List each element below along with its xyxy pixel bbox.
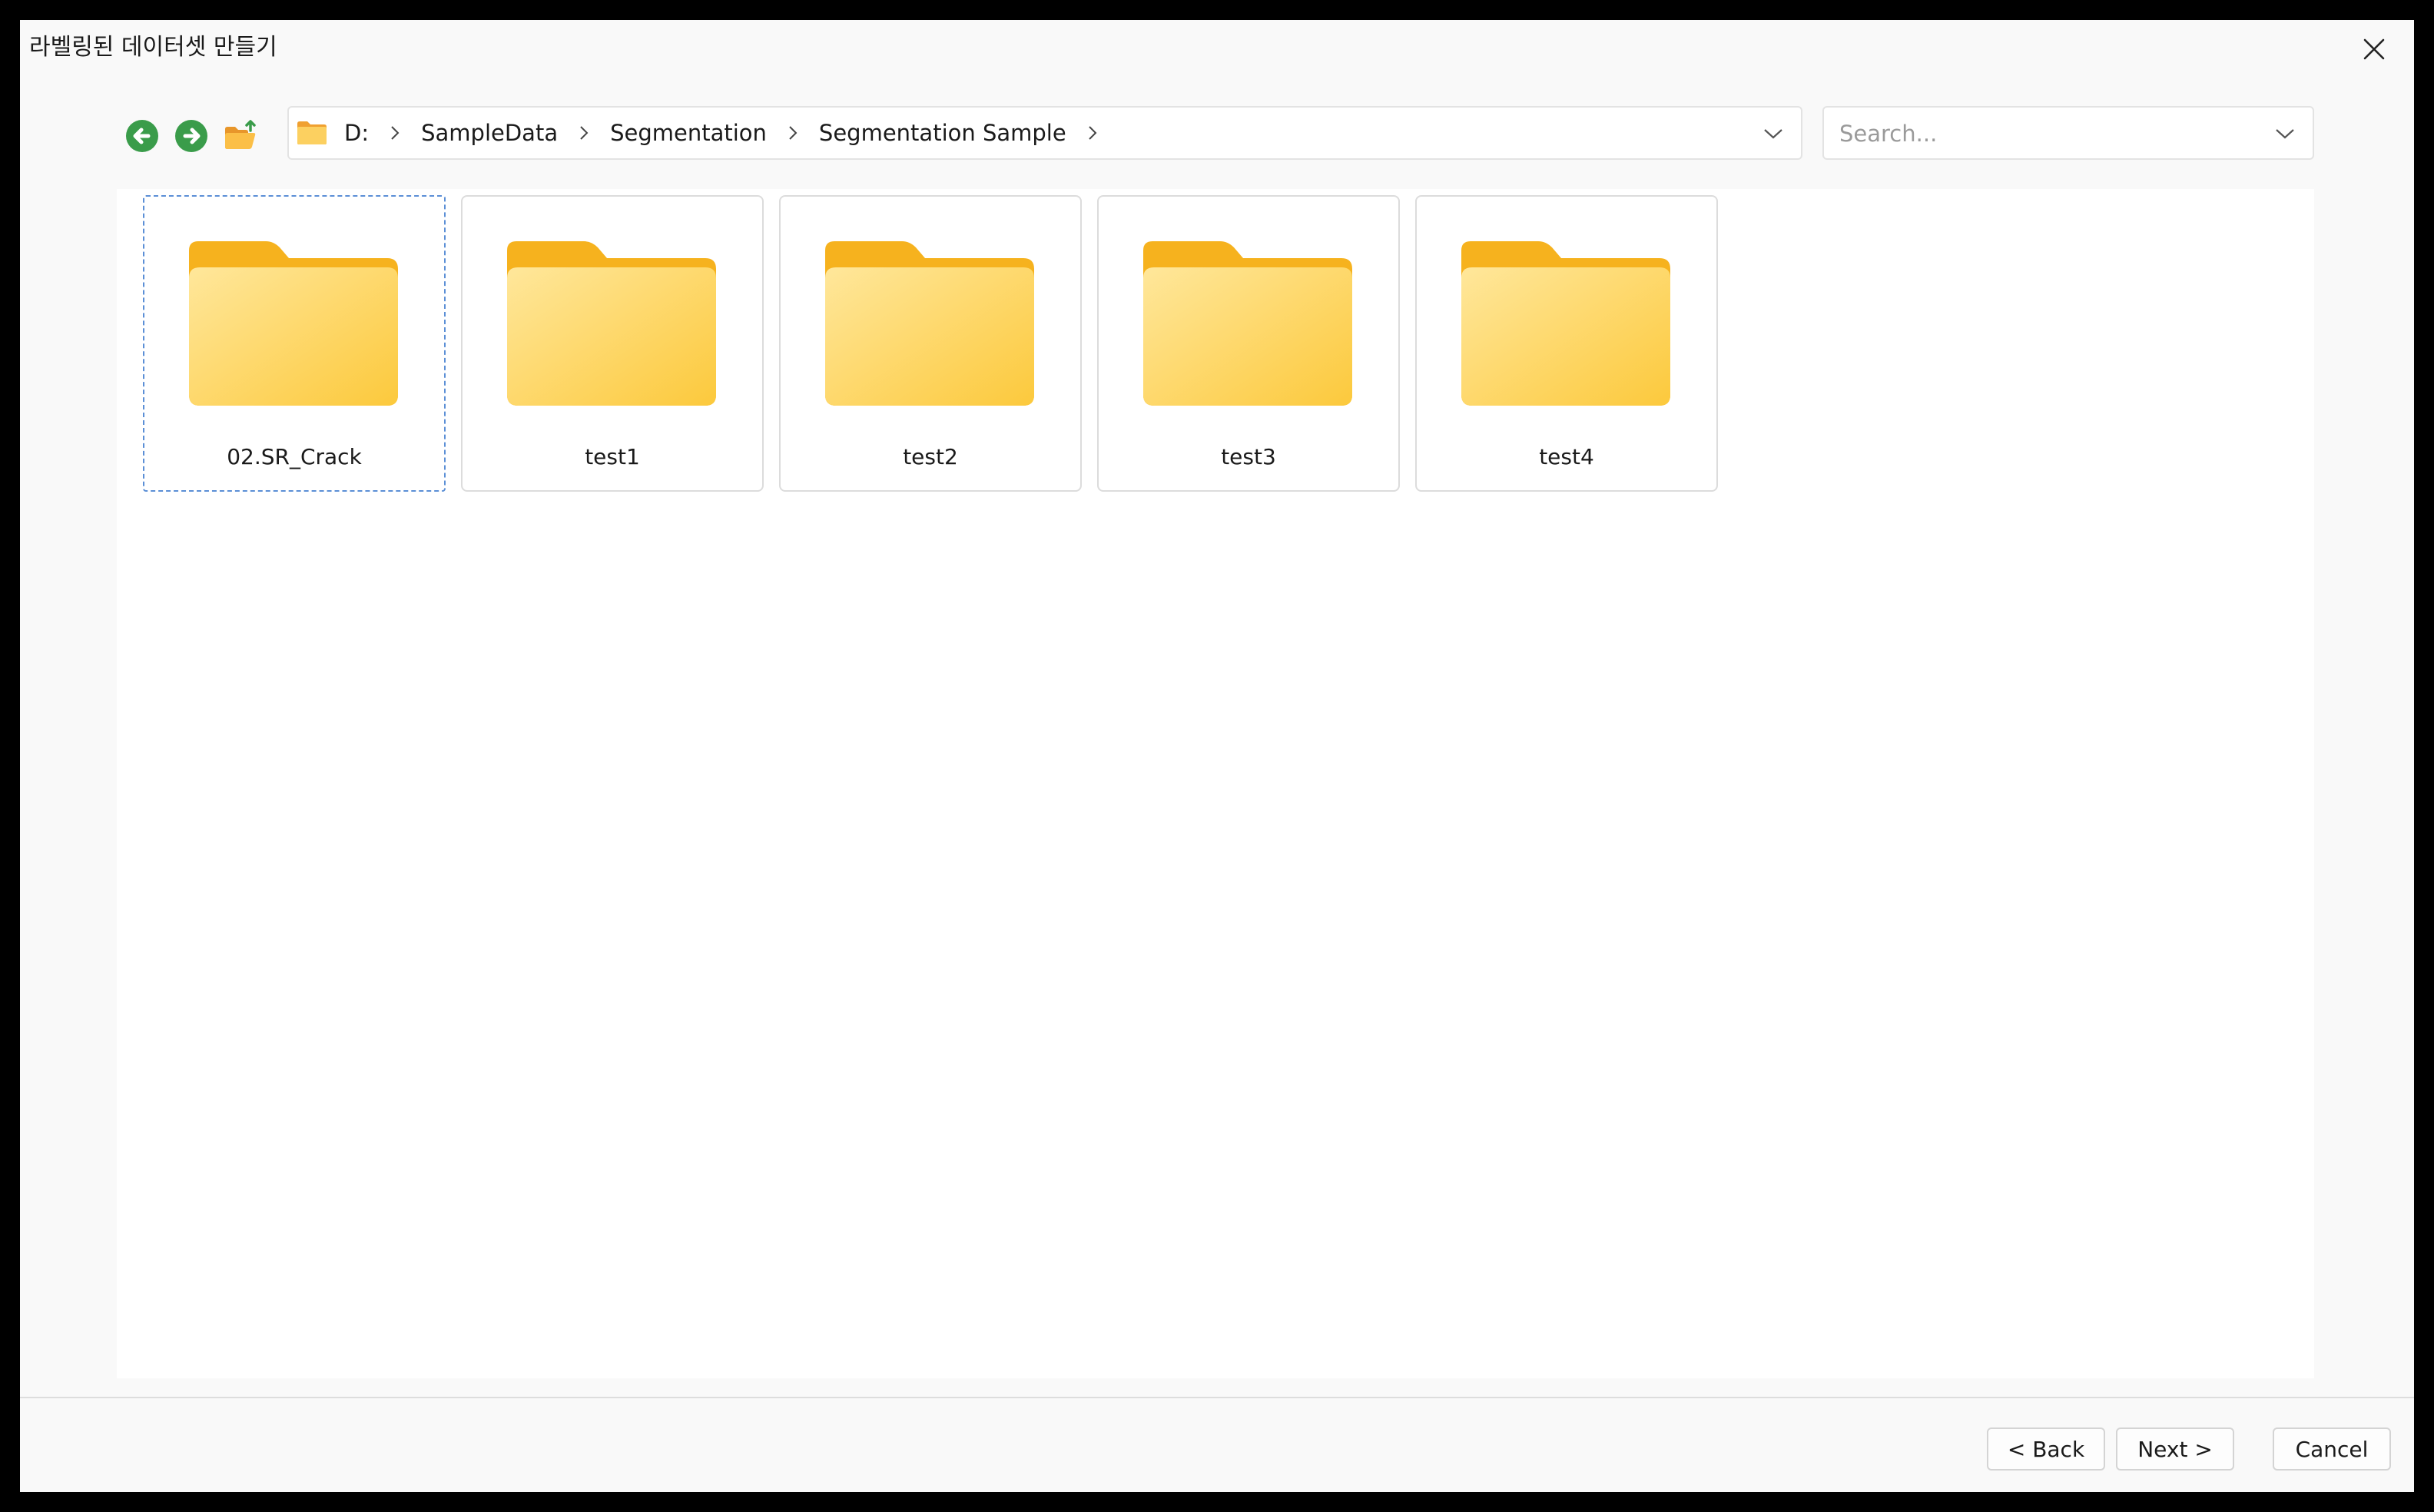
breadcrumb: D: SampleData Segmentation Segmentation … <box>289 108 1116 158</box>
search-history-dropdown[interactable] <box>2268 117 2302 151</box>
chevron-right-icon[interactable] <box>1083 124 1102 142</box>
search-input[interactable] <box>1838 115 2256 152</box>
folder-tile[interactable]: 02.SR_Crack <box>143 195 446 492</box>
search-box <box>1822 106 2314 160</box>
footer-divider <box>20 1397 2414 1398</box>
address-history-dropdown[interactable] <box>1756 117 1790 151</box>
arrow-left-circle-icon <box>126 120 158 152</box>
chevron-right-icon[interactable] <box>784 124 802 142</box>
folder-tile[interactable]: test4 <box>1415 195 1718 492</box>
breadcrumb-item-drive[interactable]: D: <box>341 120 372 146</box>
folder-name: test2 <box>903 444 958 469</box>
back-nav-button[interactable] <box>124 118 160 154</box>
breadcrumb-item-segmentation[interactable]: Segmentation <box>607 120 770 146</box>
up-folder-button[interactable] <box>223 118 258 154</box>
next-button[interactable]: Next > <box>2116 1427 2234 1471</box>
back-button[interactable]: < Back <box>1987 1427 2105 1471</box>
forward-nav-button[interactable] <box>174 118 209 154</box>
arrow-right-circle-icon <box>175 120 207 152</box>
folder-name: 02.SR_Crack <box>227 444 362 469</box>
folder-name: test1 <box>585 444 640 469</box>
dialog-title: 라벨링된 데이터셋 만들기 <box>29 34 277 61</box>
chevron-right-icon[interactable] <box>575 124 593 142</box>
close-icon <box>2363 38 2385 60</box>
folder-view: 02.SR_Crack test1 test2 test3 test4 <box>117 189 2314 1378</box>
folder-icon <box>297 121 327 144</box>
address-bar[interactable]: D: SampleData Segmentation Segmentation … <box>287 106 1802 160</box>
folder-name: test3 <box>1221 444 1276 469</box>
folder-tile[interactable]: test1 <box>461 195 764 492</box>
folder-icon <box>1461 241 1670 406</box>
chevron-down-icon <box>2276 129 2294 139</box>
chevron-right-icon[interactable] <box>386 124 404 142</box>
folder-icon <box>507 241 716 406</box>
chevron-down-icon <box>1764 129 1782 139</box>
folder-tile[interactable]: test2 <box>779 195 1082 492</box>
folder-icon <box>825 241 1034 406</box>
folder-name: test4 <box>1539 444 1594 469</box>
create-labeled-dataset-dialog: 라벨링된 데이터셋 만들기 D: SampleData Segmentation… <box>20 20 2414 1492</box>
folder-icon <box>189 241 398 406</box>
folder-tile[interactable]: test3 <box>1097 195 1400 492</box>
cancel-button[interactable]: Cancel <box>2273 1427 2391 1471</box>
folder-icon <box>1143 241 1352 406</box>
navigation-toolbar: D: SampleData Segmentation Segmentation … <box>20 106 2414 161</box>
folder-up-icon <box>225 120 256 149</box>
close-button[interactable] <box>2356 31 2393 68</box>
breadcrumb-item-segmentation-sample[interactable]: Segmentation Sample <box>816 120 1069 146</box>
breadcrumb-item-sampledata[interactable]: SampleData <box>418 120 561 146</box>
